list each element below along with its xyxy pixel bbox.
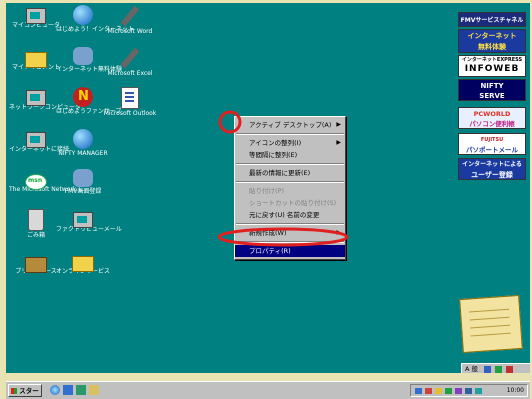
start-button[interactable]: スタート <box>8 384 42 397</box>
language-bar[interactable]: A 般 <box>461 363 530 373</box>
desktop[interactable]: マイコンピュータ マイドキュメント ネットワークコンピュータ インターネットに接… <box>6 3 530 373</box>
quicklaunch-outlook-icon[interactable] <box>63 385 73 395</box>
windows-logo-icon <box>11 388 18 394</box>
taskbar-clock[interactable]: 10:00 <box>507 387 524 394</box>
ime-dictionary-icon <box>495 365 503 373</box>
tray-power-icon[interactable] <box>465 388 472 394</box>
tray-network-icon[interactable] <box>415 388 422 394</box>
tray-scheduler-icon[interactable] <box>435 388 442 394</box>
screenshot-frame: マイコンピュータ マイドキュメント ネットワークコンピュータ インターネットに接… <box>0 0 532 399</box>
tray-extra-icon[interactable] <box>475 388 482 394</box>
quicklaunch-desktop-icon[interactable] <box>89 385 99 395</box>
tray-display-icon[interactable] <box>445 388 452 394</box>
ime-tools-icon <box>506 365 514 373</box>
highlight-ring-cursor <box>218 110 242 134</box>
language-bar-text: A 般 <box>465 365 479 373</box>
taskbar: スタート 10:00 <box>6 381 530 399</box>
system-tray: 10:00 <box>410 384 528 397</box>
quicklaunch-channels-icon[interactable] <box>76 385 86 395</box>
tray-pen-icon[interactable] <box>425 388 432 394</box>
tray-volume-icon[interactable] <box>455 388 462 394</box>
highlight-ring-properties <box>217 227 349 247</box>
quicklaunch-ie-icon[interactable] <box>50 385 60 395</box>
ime-mode-icon <box>484 365 492 373</box>
start-button-label: スタート <box>19 387 39 395</box>
annotation-overlay <box>217 110 349 247</box>
